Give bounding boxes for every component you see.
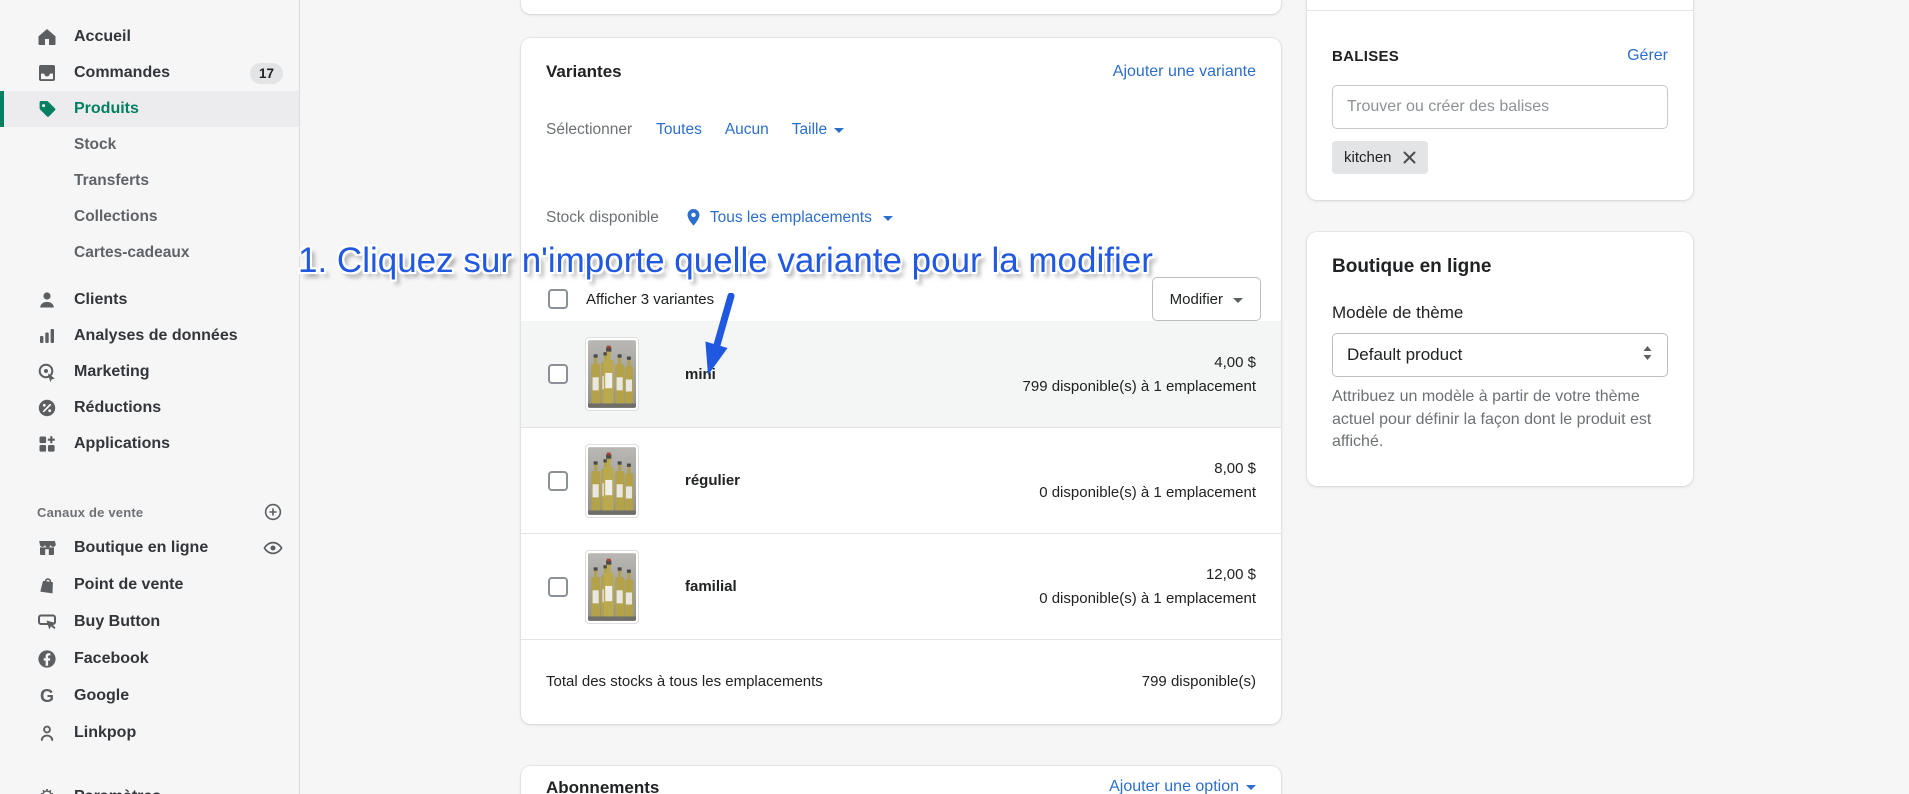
theme-template-select[interactable]: Default product (1332, 333, 1668, 377)
sidebar-item-reductions[interactable]: Réductions (0, 390, 299, 426)
shopify-admin-screen: Accueil Commandes 17 Produits Stock Tran… (0, 0, 1909, 794)
add-channel-icon[interactable] (263, 502, 283, 522)
subscriptions-title: Abonnements (546, 778, 660, 794)
stock-total-value: 799 disponible(s) (1141, 673, 1256, 690)
sidebar-item-boutique-en-ligne[interactable]: Boutique en ligne (0, 529, 299, 566)
variant-thumbnail (585, 337, 639, 411)
manage-tags-link[interactable]: Gérer (1627, 47, 1668, 65)
tags-card: BALISES Gérer kitchen (1307, 0, 1693, 200)
bar-chart-icon (37, 326, 57, 346)
tutorial-step-annotation: 1. Cliquez sur n'importe quelle variante… (298, 241, 1153, 280)
sidebar-item-clients[interactable]: Clients (0, 282, 299, 318)
previous-card-bottom (521, 0, 1281, 14)
select-updown-icon (1642, 345, 1653, 366)
buy-button-icon (37, 612, 57, 632)
sidebar-item-linkpop[interactable]: Linkpop (0, 714, 299, 751)
variant-checkbox[interactable] (548, 470, 568, 491)
modify-button[interactable]: Modifier (1151, 277, 1261, 321)
sidebar-item-commandes[interactable]: Commandes 17 (0, 55, 299, 91)
sidebar-item-analyses[interactable]: Analyses de données (0, 318, 299, 354)
variant-availability: 0 disponible(s) à 1 emplacement (1039, 590, 1256, 607)
variant-row-familial[interactable]: familial 12,00 $ 0 disponible(s) à 1 emp… (521, 533, 1281, 639)
sales-channels-header: Canaux de vente (0, 503, 299, 521)
online-store-card: Boutique en ligne Modèle de thème Defaul… (1307, 232, 1693, 486)
storefront-icon (37, 538, 57, 558)
card-section-divider (1307, 10, 1693, 11)
target-icon (37, 362, 57, 382)
variant-thumbnail (585, 443, 639, 518)
home-icon (37, 27, 57, 47)
tags-title: BALISES (1332, 47, 1400, 65)
sidebar-item-facebook[interactable]: Facebook (0, 640, 299, 677)
variants-card: Variantes Ajouter une variante Sélection… (521, 38, 1281, 724)
sidebar-item-label: Accueil (74, 28, 131, 45)
tags-search-input[interactable] (1332, 85, 1668, 129)
variant-availability: 0 disponible(s) à 1 emplacement (1039, 484, 1256, 501)
variants-card-title: Variantes (546, 61, 622, 81)
theme-template-label: Modèle de thème (1332, 303, 1464, 322)
variant-availability: 799 disponible(s) à 1 emplacement (1022, 377, 1256, 395)
sidebar-item-transferts[interactable]: Transferts (0, 163, 299, 199)
stock-total-label: Total des stocks à tous les emplacements (546, 673, 823, 690)
add-variant-link[interactable]: Ajouter une variante (1113, 63, 1256, 81)
google-icon: G (39, 685, 54, 706)
sidebar: Accueil Commandes 17 Produits Stock Tran… (0, 0, 300, 794)
sidebar-item-point-de-vente[interactable]: Point de vente (0, 566, 299, 603)
sidebar-item-accueil[interactable]: Accueil (0, 19, 299, 55)
subscriptions-card: Abonnements Ajouter une option (521, 766, 1281, 794)
tag-chip-kitchen: kitchen (1332, 141, 1428, 174)
select-all-link[interactable]: Toutes (656, 121, 702, 139)
add-option-link[interactable]: Ajouter une option (1109, 778, 1256, 794)
variant-thumbnail (585, 549, 639, 624)
variant-price: 4,00 $ (1214, 353, 1256, 371)
sidebar-item-cartes-cadeaux[interactable]: Cartes-cadeaux (0, 235, 299, 271)
annotation-arrow (705, 293, 735, 375)
linkpop-icon (37, 723, 57, 743)
eye-icon[interactable] (263, 538, 283, 558)
variant-price: 8,00 $ (1214, 460, 1256, 477)
chevron-down-icon (883, 209, 894, 227)
orders-icon (37, 63, 57, 83)
locations-link[interactable]: Tous les emplacements (710, 209, 894, 227)
chevron-down-icon (834, 121, 845, 139)
sidebar-item-label: Produits (74, 100, 139, 117)
sidebar-item-google[interactable]: G Google (0, 677, 299, 714)
variant-price: 12,00 $ (1205, 566, 1256, 583)
chevron-down-icon (1233, 291, 1243, 308)
remove-tag-icon[interactable] (1403, 151, 1416, 164)
apps-icon (37, 434, 57, 454)
stock-total-row: Total des stocks à tous les emplacements… (521, 639, 1281, 724)
select-all-checkbox[interactable] (548, 289, 568, 309)
select-label: Sélectionner (546, 120, 633, 138)
discount-icon (37, 398, 57, 418)
gear-icon: ⚙ (37, 787, 57, 794)
sidebar-item-collections[interactable]: Collections (0, 199, 299, 235)
sidebar-item-applications[interactable]: Applications (0, 426, 299, 462)
variant-row-regulier[interactable]: régulier 8,00 $ 0 disponible(s) à 1 empl… (521, 427, 1281, 533)
sidebar-item-parametres[interactable]: ⚙ Paramètres (0, 779, 299, 794)
variant-checkbox[interactable] (548, 364, 568, 384)
sidebar-item-buy-button[interactable]: Buy Button (0, 603, 299, 640)
chevron-down-icon (1246, 778, 1256, 794)
sidebar-item-label: Commandes (74, 64, 171, 81)
pos-bag-icon (37, 575, 57, 595)
select-none-link[interactable]: Aucun (725, 121, 769, 139)
stock-label: Stock disponible (546, 208, 659, 226)
orders-count-badge: 17 (249, 62, 283, 84)
sidebar-item-stock[interactable]: Stock (0, 127, 299, 163)
online-store-title: Boutique en ligne (1332, 256, 1492, 277)
variant-name: familial (685, 578, 737, 595)
select-size-link[interactable]: Taille (792, 121, 845, 139)
tag-icon (37, 99, 57, 119)
variant-checkbox[interactable] (548, 576, 568, 597)
variant-name: régulier (685, 472, 741, 489)
variant-row-mini[interactable]: mini 4,00 $ 799 disponible(s) à 1 emplac… (521, 321, 1281, 427)
facebook-icon (37, 649, 57, 669)
location-pin-icon (685, 208, 702, 227)
sidebar-item-marketing[interactable]: Marketing (0, 354, 299, 390)
person-icon (37, 290, 57, 310)
sidebar-item-produits[interactable]: Produits (0, 91, 299, 127)
theme-template-help: Attribuez un modèle à partir de votre th… (1332, 388, 1652, 450)
